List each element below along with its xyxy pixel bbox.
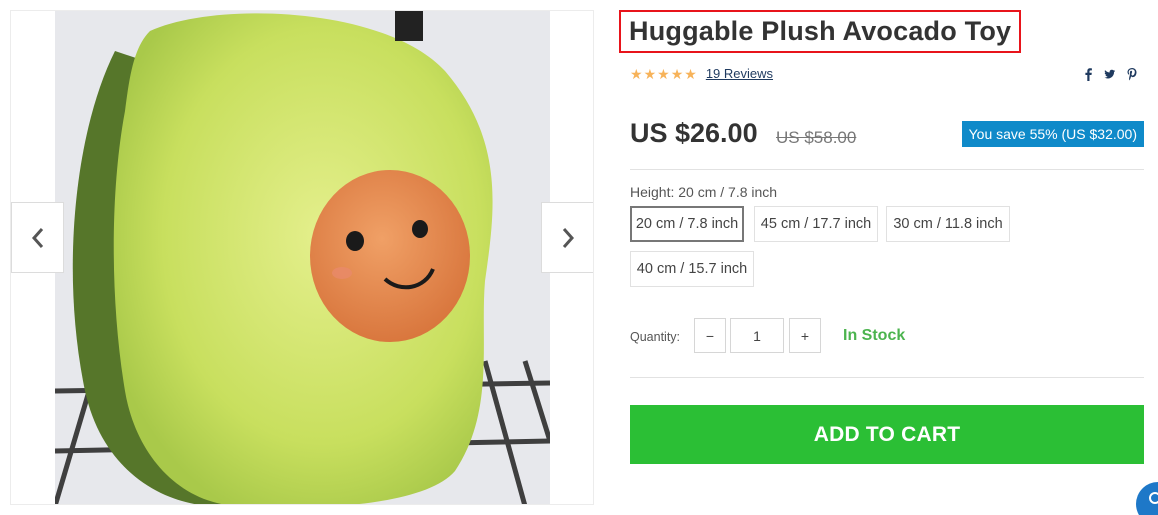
divider [630,169,1144,170]
chevron-left-icon [31,227,43,248]
chat-icon [1149,492,1158,504]
title-highlight-box: Huggable Plush Avocado Toy [619,10,1022,53]
reviews-link[interactable]: 19 Reviews [706,66,773,81]
star-icon: ★ [684,65,697,82]
quantity-decrease-button[interactable]: − [694,318,726,353]
product-image[interactable] [55,11,550,504]
gallery-prev-button[interactable] [11,202,64,273]
quantity-label: Quantity: [630,330,681,344]
chevron-right-icon [562,227,574,248]
original-price: US $58.00 [776,128,857,147]
variant-option-45cm[interactable]: 45 cm / 17.7 inch [754,206,878,242]
current-price: US $26.00 [630,118,758,148]
star-icon: ★ [657,65,670,82]
rating-row: ★ ★ ★ ★ ★ 19 Reviews [630,66,773,81]
gallery-next-button[interactable] [541,202,593,273]
product-gallery [10,10,594,505]
variant-label-text: Height: [630,184,675,200]
star-icon: ★ [670,65,684,82]
twitter-icon[interactable] [1104,67,1116,81]
facebook-icon[interactable] [1082,67,1094,81]
stock-status: In Stock [843,327,906,344]
quantity-row: Quantity: − + In Stock [630,318,1144,354]
pinterest-icon[interactable] [1126,67,1138,81]
quantity-input[interactable] [730,318,784,353]
add-to-cart-button[interactable]: ADD TO CART [630,405,1144,464]
savings-badge: You save 55% (US $32.00) [961,121,1144,147]
product-title: Huggable Plush Avocado Toy [629,16,1012,46]
variant-option-30cm[interactable]: 30 cm / 11.8 inch [886,206,1010,242]
variant-selected-value: 20 cm / 7.8 inch [678,184,778,200]
price-row: US $26.00 US $58.00 You save 55% (US $32… [630,118,1144,154]
variant-option-20cm[interactable]: 20 cm / 7.8 inch [630,206,744,242]
star-icon: ★ [630,65,643,82]
divider [630,377,1144,378]
share-icons [1082,67,1138,81]
quantity-increase-button[interactable]: + [789,318,821,353]
star-icon: ★ [643,65,657,82]
variant-label: Height: 20 cm / 7.8 inch [630,184,777,200]
chat-widget-button[interactable] [1136,482,1158,515]
rating-stars: ★ ★ ★ ★ ★ [630,67,697,81]
variant-option-40cm[interactable]: 40 cm / 15.7 inch [630,251,754,287]
